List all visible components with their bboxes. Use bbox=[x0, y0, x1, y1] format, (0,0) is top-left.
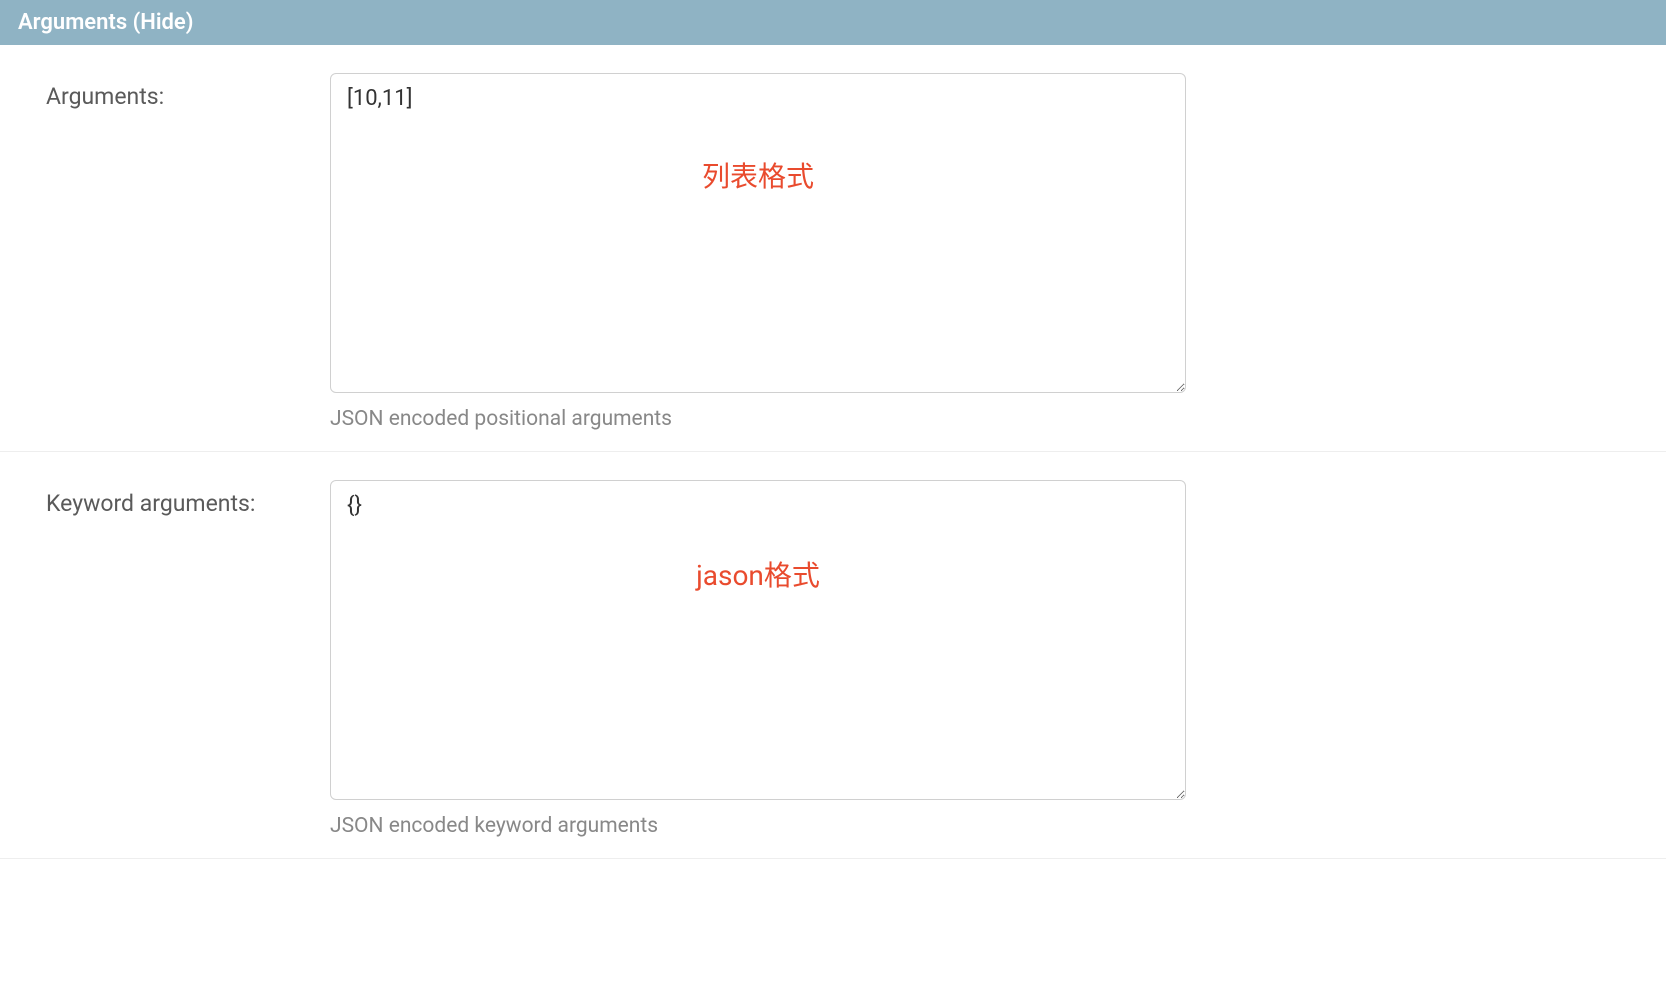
arguments-input-col: 列表格式 JSON encoded positional arguments bbox=[330, 73, 1666, 431]
kwargs-input-col: jason格式 JSON encoded keyword arguments bbox=[330, 480, 1666, 838]
kwargs-help-text: JSON encoded keyword arguments bbox=[330, 814, 1186, 838]
arguments-textarea[interactable] bbox=[330, 73, 1186, 393]
kwargs-row: Keyword arguments: jason格式 JSON encoded … bbox=[0, 480, 1666, 859]
arguments-label-col: Arguments: bbox=[0, 73, 330, 431]
section-title: Arguments bbox=[18, 10, 127, 35]
kwargs-label: Keyword arguments: bbox=[46, 490, 255, 517]
arguments-row: Arguments: 列表格式 JSON encoded positional … bbox=[0, 73, 1666, 452]
kwargs-textarea[interactable] bbox=[330, 480, 1186, 800]
arguments-section-header[interactable]: Arguments (Hide) bbox=[0, 0, 1666, 45]
arguments-help-text: JSON encoded positional arguments bbox=[330, 407, 1186, 431]
arguments-label: Arguments: bbox=[46, 83, 164, 110]
kwargs-label-col: Keyword arguments: bbox=[0, 480, 330, 838]
hide-toggle[interactable]: (Hide) bbox=[133, 10, 194, 35]
